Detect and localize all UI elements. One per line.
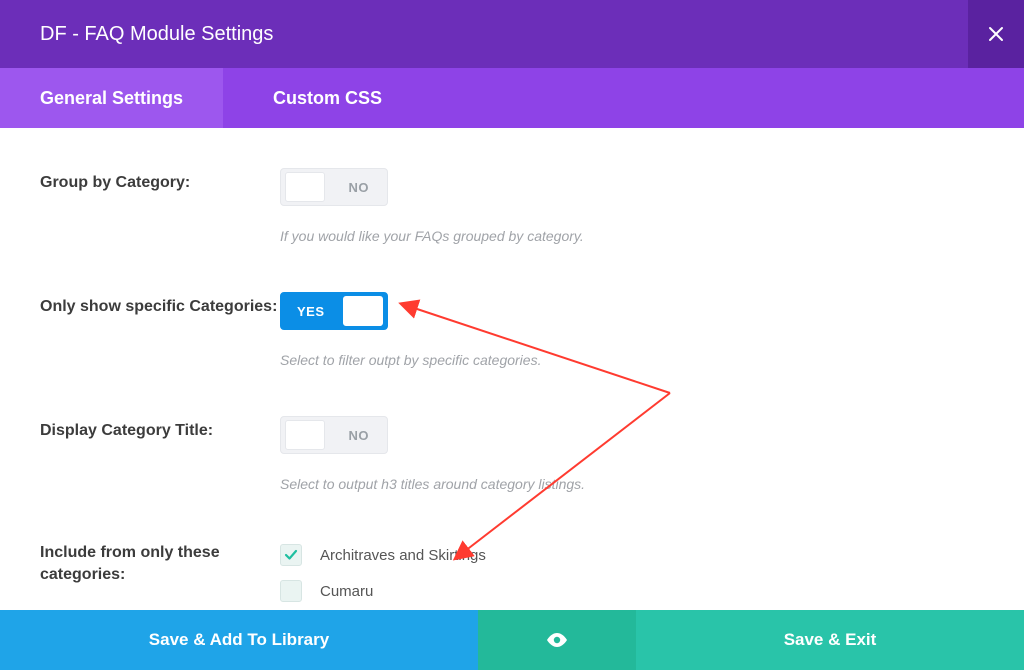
list-item: Cumaru	[280, 580, 984, 602]
help-text: Select to output h3 titles around catego…	[280, 476, 984, 492]
close-button[interactable]	[968, 0, 1024, 68]
toggle-knob	[285, 172, 325, 202]
save-exit-button[interactable]: Save & Exit	[636, 610, 1024, 670]
close-icon	[988, 26, 1004, 42]
toggle-text: YES	[297, 304, 325, 319]
field-only-specific-categories: Only show specific Categories: YES Selec…	[40, 292, 984, 368]
tab-custom-css[interactable]: Custom CSS	[223, 68, 422, 128]
category-checklist: Architraves and Skirtings Cumaru	[280, 544, 984, 602]
checkbox-label: Architraves and Skirtings	[320, 547, 486, 564]
field-include-from-categories: Include from only these categories: Arch…	[40, 540, 984, 610]
eye-icon	[545, 628, 569, 652]
module-header: DF - FAQ Module Settings	[0, 0, 1024, 68]
help-text: Select to filter outpt by specific categ…	[280, 352, 984, 368]
help-text: If you would like your FAQs grouped by c…	[280, 228, 984, 244]
field-display-category-title: Display Category Title: NO Select to out…	[40, 416, 984, 492]
list-item: Architraves and Skirtings	[280, 544, 984, 566]
tab-general-settings[interactable]: General Settings	[0, 68, 223, 128]
footer-bar: Save & Add To Library Save & Exit	[0, 610, 1024, 670]
toggle-group-by-category[interactable]: NO	[280, 168, 388, 206]
toggle-knob	[285, 420, 325, 450]
save-add-library-button[interactable]: Save & Add To Library	[0, 610, 478, 670]
toggle-text: NO	[349, 180, 370, 195]
settings-content: Group by Category: NO If you would like …	[0, 128, 1024, 610]
checkbox-label: Cumaru	[320, 583, 373, 600]
module-title: DF - FAQ Module Settings	[0, 23, 273, 46]
field-group-by-category: Group by Category: NO If you would like …	[40, 168, 984, 244]
field-label: Group by Category:	[40, 168, 280, 194]
field-label: Display Category Title:	[40, 416, 280, 442]
toggle-knob	[343, 296, 383, 326]
toggle-text: NO	[349, 428, 370, 443]
toggle-only-specific[interactable]: YES	[280, 292, 388, 330]
checkbox-cumaru[interactable]	[280, 580, 302, 602]
toggle-display-title[interactable]: NO	[280, 416, 388, 454]
preview-button[interactable]	[478, 610, 636, 670]
tab-bar: General Settings Custom CSS	[0, 68, 1024, 128]
field-label: Include from only these categories:	[40, 540, 280, 585]
field-label: Only show specific Categories:	[40, 292, 280, 318]
checkbox-architraves[interactable]	[280, 544, 302, 566]
check-icon	[284, 548, 298, 562]
